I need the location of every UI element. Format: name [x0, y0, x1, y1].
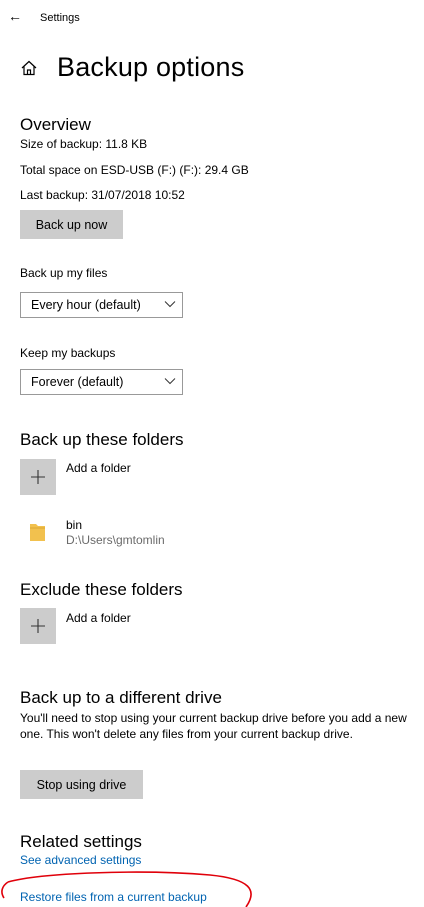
overview-heading: Overview [20, 115, 91, 134]
annotation-circle [1, 871, 252, 907]
backup-size-text: Size of backup: 11.8 KB [20, 137, 148, 151]
total-space-text: Total space on ESD-USB (F:) (F:): 29.4 G… [20, 163, 249, 177]
keep-backups-label: Keep my backups [20, 346, 116, 360]
back-arrow-icon[interactable]: ← [8, 9, 22, 23]
keep-backups-dropdown[interactable]: Forever (default) [20, 369, 183, 395]
add-excluded-folder-button[interactable] [20, 608, 56, 644]
backup-frequency-dropdown[interactable]: Every hour (default) [20, 292, 183, 318]
chevron-down-icon [164, 301, 176, 308]
folder-path: D:\Users\gmtomlin [66, 533, 165, 547]
folder-icon [29, 522, 46, 542]
plus-icon [31, 619, 45, 633]
stop-using-drive-button[interactable]: Stop using drive [20, 770, 143, 799]
plus-icon [31, 470, 45, 484]
chevron-down-icon [164, 378, 176, 385]
different-drive-heading: Back up to a different drive [20, 688, 222, 707]
keep-backups-value: Forever (default) [31, 375, 124, 389]
exclude-folders-heading: Exclude these folders [20, 580, 183, 599]
window-title: Settings [40, 12, 80, 24]
page-title: Backup options [57, 52, 245, 82]
add-folder-label[interactable]: Add a folder [66, 460, 131, 476]
add-folder-button[interactable] [20, 459, 56, 495]
related-settings-heading: Related settings [20, 832, 142, 851]
backup-frequency-value: Every hour (default) [31, 298, 141, 312]
add-excluded-folder-label[interactable]: Add a folder [66, 610, 131, 626]
backup-frequency-label: Back up my files [20, 266, 108, 280]
backup-folders-heading: Back up these folders [20, 430, 184, 449]
back-up-now-button[interactable]: Back up now [20, 210, 123, 239]
advanced-settings-link[interactable]: See advanced settings [20, 853, 141, 867]
home-icon [20, 59, 38, 77]
last-backup-text: Last backup: 31/07/2018 10:52 [20, 188, 185, 202]
folder-name[interactable]: bin [66, 517, 82, 533]
different-drive-description: You'll need to stop using your current b… [20, 711, 407, 741]
